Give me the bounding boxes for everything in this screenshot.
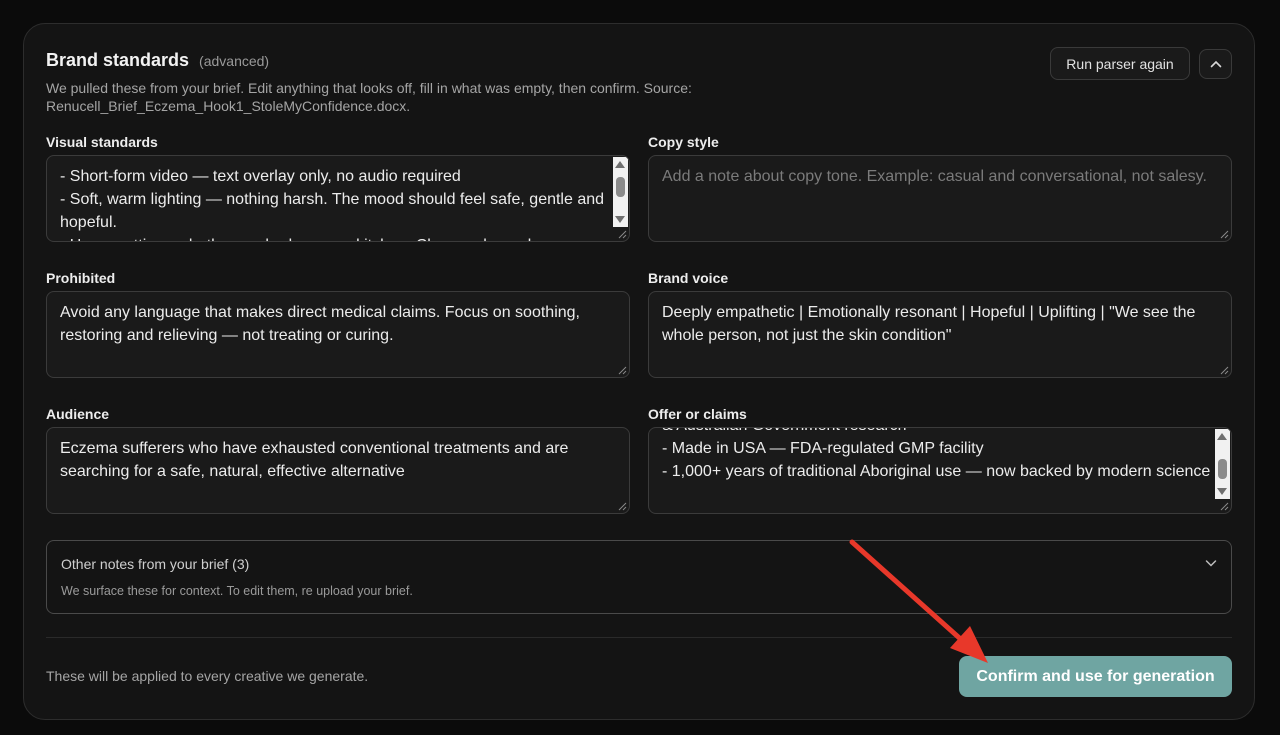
offer-claims-label: Offer or claims [648,406,747,422]
run-parser-again-button[interactable]: Run parser again [1050,47,1190,80]
prohibited-label: Prohibited [46,270,116,286]
resize-handle-icon[interactable] [618,230,627,239]
offer-claims-scrollbar[interactable] [1215,429,1230,499]
resize-handle-icon[interactable] [618,502,627,511]
offer-claims-field[interactable]: & Australian Government research - Made … [648,427,1232,514]
resize-handle-icon[interactable] [618,366,627,375]
prohibited-value: Avoid any language that makes direct med… [60,304,585,344]
scroll-up-icon[interactable] [615,161,625,168]
audience-field[interactable]: Eczema sufferers who have exhausted conv… [46,427,630,514]
title-badge: (advanced) [199,53,270,69]
visual-standards-scrollbar[interactable] [613,157,628,227]
title-row: Brand standards (advanced) [46,50,269,71]
confirm-button[interactable]: Confirm and use for generation [959,656,1232,697]
other-notes-accordion[interactable]: Other notes from your brief (3) We surfa… [46,540,1232,614]
other-notes-subtitle: We surface these for context. To edit th… [61,584,413,598]
scroll-thumb[interactable] [1218,459,1227,479]
audience-label: Audience [46,406,110,422]
other-notes-title: Other notes from your brief (3) [61,556,250,572]
copy-style-label: Copy style [648,134,719,150]
scroll-down-icon[interactable] [615,216,625,223]
brand-standards-card: Brand standards (advanced) We pulled the… [23,23,1255,720]
brand-voice-label: Brand voice [648,270,729,286]
chevron-up-icon [1210,60,1221,68]
scroll-thumb[interactable] [616,177,625,197]
scroll-up-icon[interactable] [1217,433,1227,440]
description: We pulled these from your brief. Edit an… [46,80,692,114]
collapse-button[interactable] [1199,49,1232,79]
offer-claims-value: & Australian Government research - Made … [662,428,1211,480]
brand-voice-value: Deeply empathetic | Emotionally resonant… [662,304,1200,344]
resize-handle-icon[interactable] [1220,230,1229,239]
footer-note: These will be applied to every creative … [46,668,369,684]
divider [46,637,1232,638]
scroll-down-icon[interactable] [1217,488,1227,495]
visual-standards-field[interactable]: - Short-form video — text overlay only, … [46,155,630,242]
chevron-down-icon[interactable] [1203,555,1219,571]
visual-standards-label: Visual standards [46,134,158,150]
prohibited-field[interactable]: Avoid any language that makes direct med… [46,291,630,378]
resize-handle-icon[interactable] [1220,502,1229,511]
brand-voice-field[interactable]: Deeply empathetic | Emotionally resonant… [648,291,1232,378]
resize-handle-icon[interactable] [1220,366,1229,375]
copy-style-field[interactable]: Add a note about copy tone. Example: cas… [648,155,1232,242]
copy-style-placeholder: Add a note about copy tone. Example: cas… [662,168,1207,185]
visual-standards-value: - Short-form video — text overlay only, … [60,168,605,241]
page-title: Brand standards [46,50,190,70]
audience-value: Eczema sufferers who have exhausted conv… [60,440,573,480]
